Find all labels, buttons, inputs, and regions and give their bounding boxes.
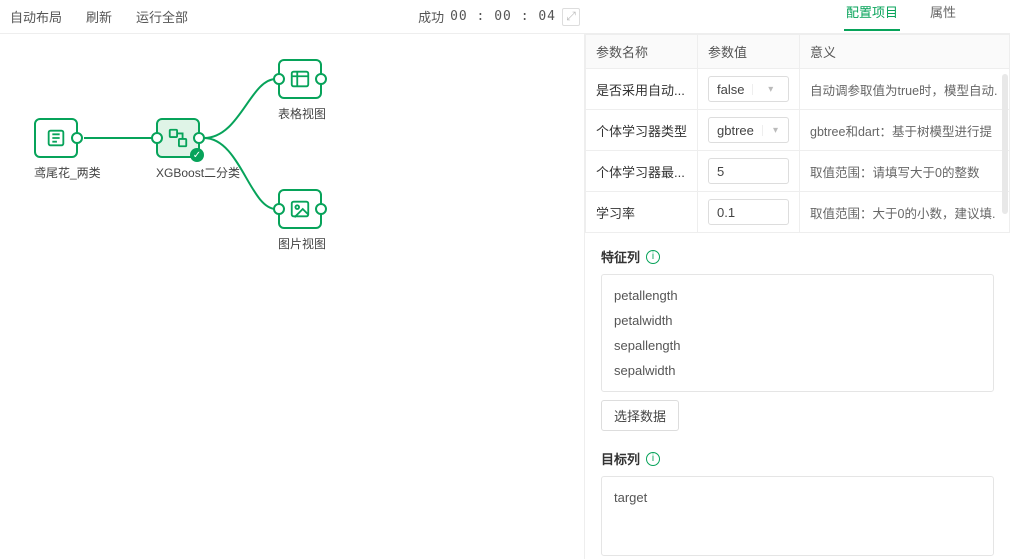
col-name: 参数名称 <box>586 35 698 69</box>
param-table: 参数名称 参数值 意义 是否采用自动...false▾自动调参取值为true时，… <box>585 34 1010 233</box>
run-status: 成功 00 : 00 : 04 ⤢ <box>418 7 580 26</box>
select-value: gbtree <box>709 123 762 138</box>
chevron-down-icon: ▾ <box>762 125 788 136</box>
table-row: 个体学习器类型 gbtree▾ gbtree和dart：基于树模型进行提 <box>586 110 1010 151</box>
node-table-view[interactable]: 表格视图 <box>278 59 326 122</box>
chevron-down-icon: ▾ <box>752 84 788 95</box>
status-text: 成功 <box>418 7 444 26</box>
fullscreen-icon[interactable]: ⤢ <box>562 8 580 26</box>
status-time: 00 : 00 : 04 <box>450 9 556 24</box>
node-label: 图片视图 <box>278 235 326 252</box>
tab-config[interactable]: 配置项目 <box>844 2 900 31</box>
param-meaning: 自动调参取值为true时，模型自动. <box>800 69 1010 110</box>
list-item: sepalwidth <box>614 358 981 383</box>
auto-layout-button[interactable]: 自动布局 <box>10 7 62 26</box>
param-input[interactable] <box>708 199 789 225</box>
table-row: 学习率 取值范围：大于0的小数，建议填. <box>586 192 1010 233</box>
target-title: 目标列 <box>601 449 640 468</box>
col-value: 参数值 <box>698 35 800 69</box>
list-item: petalwidth <box>614 308 981 333</box>
dataset-icon <box>45 127 67 149</box>
param-input[interactable] <box>708 158 789 184</box>
table-row: 个体学习器最... 取值范围：请填写大于0的整数 <box>586 151 1010 192</box>
param-meaning: 取值范围：大于0的小数，建议填. <box>800 192 1010 233</box>
feature-list: petallengthpetalwidthsepallengthsepalwid… <box>601 274 994 392</box>
node-label: 表格视图 <box>278 105 326 122</box>
workflow-canvas[interactable]: 鸢尾花_两类 ✓ XGBoost二分类 表格视图 <box>0 34 584 559</box>
node-label: 鸢尾花_两类 <box>34 164 101 181</box>
param-select[interactable]: gbtree▾ <box>708 117 789 143</box>
model-icon <box>167 127 189 149</box>
image-view-icon <box>289 198 311 220</box>
feature-select-button[interactable]: 选择数据 <box>601 400 679 431</box>
run-all-button[interactable]: 运行全部 <box>136 7 188 26</box>
col-meaning: 意义 <box>800 35 1010 69</box>
success-check-icon: ✓ <box>190 148 204 162</box>
table-row: 是否采用自动... false▾ 自动调参取值为true时，模型自动. <box>586 69 1010 110</box>
param-name: 个体学习器类型 <box>586 110 698 151</box>
param-value-cell <box>698 192 800 233</box>
scrollbar-thumb[interactable] <box>1002 74 1008 214</box>
target-list: target <box>601 476 994 556</box>
config-panel: 参数名称 参数值 意义 是否采用自动...false▾自动调参取值为true时，… <box>584 34 1010 559</box>
table-view-icon <box>289 68 311 90</box>
right-tabs: 配置项目 属性 <box>844 2 958 31</box>
select-value: false <box>709 82 752 97</box>
info-icon[interactable]: i <box>646 250 660 264</box>
list-item: target <box>614 485 981 510</box>
tab-attrs[interactable]: 属性 <box>928 2 958 31</box>
param-select[interactable]: false▾ <box>708 76 789 102</box>
feature-section: 特征列 i petallengthpetalwidthsepallengthse… <box>585 233 1010 435</box>
node-label: XGBoost二分类 <box>156 164 240 181</box>
node-xgboost[interactable]: ✓ XGBoost二分类 <box>156 118 240 181</box>
param-name: 个体学习器最... <box>586 151 698 192</box>
param-value-cell <box>698 151 800 192</box>
param-name: 是否采用自动... <box>586 69 698 110</box>
feature-title: 特征列 <box>601 247 640 266</box>
param-meaning: 取值范围：请填写大于0的整数 <box>800 151 1010 192</box>
top-bar: 自动布局 刷新 运行全部 成功 00 : 00 : 04 ⤢ 配置项目 属性 <box>0 0 1010 34</box>
param-meaning: gbtree和dart：基于树模型进行提 <box>800 110 1010 151</box>
param-value-cell: false▾ <box>698 69 800 110</box>
target-section: 目标列 i target 选择数据 <box>585 435 1010 559</box>
param-value-cell: gbtree▾ <box>698 110 800 151</box>
list-item: petallength <box>614 283 981 308</box>
info-icon[interactable]: i <box>646 452 660 466</box>
toolbar-actions: 自动布局 刷新 运行全部 <box>6 7 188 26</box>
list-item: sepallength <box>614 333 981 358</box>
node-iris[interactable]: 鸢尾花_两类 <box>34 118 101 181</box>
node-image-view[interactable]: 图片视图 <box>278 189 326 252</box>
refresh-button[interactable]: 刷新 <box>86 7 112 26</box>
param-name: 学习率 <box>586 192 698 233</box>
